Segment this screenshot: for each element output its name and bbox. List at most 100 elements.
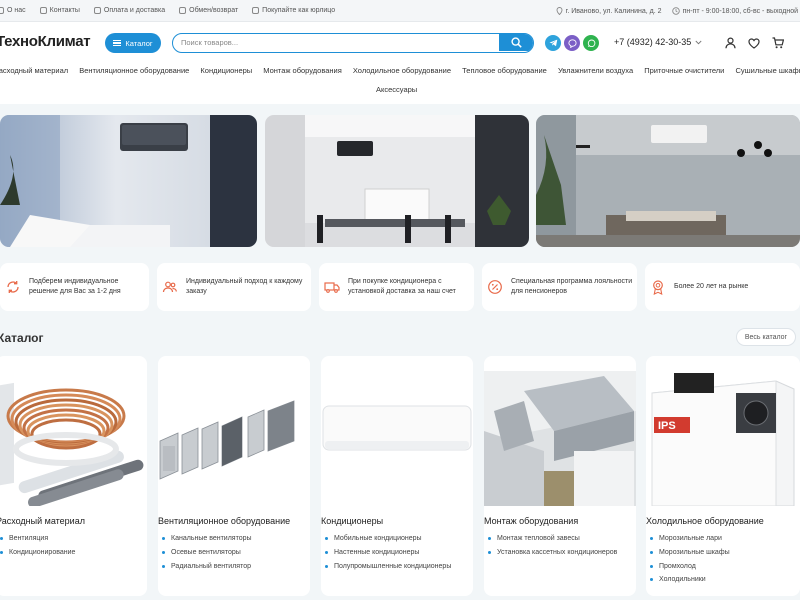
category-image-air-conditioners: [321, 371, 473, 506]
subcategory-item[interactable]: Кондиционирование: [0, 546, 75, 560]
subcategory-item[interactable]: Осевые вентиляторы: [158, 546, 252, 560]
feature-card: Индивидуальный подход к каждому заказу: [157, 263, 311, 311]
topbar-link-payment[interactable]: Оплата и доставка: [93, 7, 165, 14]
phone-number[interactable]: +7 (4932) 42-30-35: [614, 37, 702, 47]
banner-image-1: [0, 115, 257, 247]
topbar-link-legal[interactable]: Покупайте как юрлицо: [252, 7, 335, 14]
percent-icon: [488, 280, 502, 294]
category-image-consumables: [0, 371, 147, 506]
clock-icon: [671, 7, 680, 15]
subcategory-item[interactable]: Настенные кондиционеры: [321, 546, 451, 560]
promo-banner-3[interactable]: [536, 115, 800, 247]
site-logo[interactable]: ТехноКлимат: [0, 33, 91, 50]
refresh-icon: [7, 281, 19, 293]
truck-icon: [324, 282, 340, 293]
subcategory-list: Вентиляция Кондиционирование: [0, 532, 75, 559]
topbar-link-about[interactable]: О нас: [0, 7, 26, 14]
promo-banner-1[interactable]: [0, 115, 257, 247]
viber-button[interactable]: [564, 35, 580, 51]
banner-image-2: [265, 115, 529, 247]
nav-item-refrigeration[interactable]: Холодильное оборудование: [353, 66, 451, 75]
exchange-icon: [179, 7, 187, 14]
category-card[interactable]: Кондиционеры Мобильные кондиционеры Наст…: [321, 356, 473, 596]
category-title[interactable]: Расходный материал: [0, 516, 85, 526]
feature-card: Специальная программа лояльности для пен…: [482, 263, 637, 311]
menu-icon: [113, 40, 122, 46]
card-icon: [93, 7, 101, 14]
people-icon: [162, 281, 177, 293]
account-button[interactable]: [722, 35, 738, 51]
subcategory-item[interactable]: Канальные вентиляторы: [158, 532, 252, 546]
feature-text: Более 20 лет на рынке: [674, 282, 749, 290]
subcategory-item[interactable]: Морозильные лари: [646, 532, 730, 546]
nav-item-heating[interactable]: Тепловое оборудование: [462, 66, 547, 75]
catalog-title: Каталог: [0, 331, 44, 345]
subcategory-item[interactable]: Монтаж тепловой завесы: [484, 532, 617, 546]
search-icon: [510, 37, 522, 48]
nav-item-drying-cabinets[interactable]: Сушильные шкафы: [735, 66, 800, 75]
subcategory-item[interactable]: Мобильные кондиционеры: [321, 532, 451, 546]
category-nav: Расходный материал Вентиляционное оборуд…: [0, 62, 800, 102]
favorites-button[interactable]: [746, 35, 762, 51]
subcategory-list: Канальные вентиляторы Осевые вентиляторы…: [158, 532, 252, 573]
info-icon: [0, 7, 4, 14]
search-button[interactable]: [499, 34, 533, 51]
cart-button[interactable]: [770, 35, 786, 51]
contacts-icon: [39, 7, 47, 14]
subcategory-item[interactable]: Вентиляция: [0, 532, 75, 546]
topbar-link-contacts[interactable]: Контакты: [39, 7, 80, 14]
banner-image-3: [536, 115, 800, 247]
heart-icon: [748, 37, 760, 49]
subcategory-list: Мобильные кондиционеры Настенные кондици…: [321, 532, 451, 573]
chevron-down-icon: [695, 40, 702, 44]
briefcase-icon: [252, 7, 260, 14]
location-pin-icon: [556, 7, 563, 15]
messengers: [545, 35, 602, 51]
category-title[interactable]: Кондиционеры: [321, 516, 383, 526]
category-card[interactable]: Монтаж оборудования Монтаж тепловой заве…: [484, 356, 636, 596]
category-image-refrigeration: IPS: [646, 371, 798, 506]
top-info-bar: О нас Контакты Оплата и доставка Обмен/в…: [0, 0, 800, 22]
nav-item-installation[interactable]: Монтаж оборудования: [263, 66, 342, 75]
category-card[interactable]: IPS Холодильное оборудование Морозильные…: [646, 356, 800, 596]
header: ТехноКлимат Каталог +7 (4932) 42-30-35: [0, 22, 800, 64]
subcategory-item[interactable]: Установка кассетных кондиционеров: [484, 546, 617, 560]
category-image-ventilation: [158, 371, 310, 506]
whatsapp-button[interactable]: [583, 35, 599, 51]
category-title[interactable]: Холодильное оборудование: [646, 516, 764, 526]
subcategory-item[interactable]: Промхолод: [646, 559, 730, 573]
category-title[interactable]: Вентиляционное оборудование: [158, 516, 290, 526]
subcategory-item[interactable]: Полупромышленные кондиционеры: [321, 559, 451, 573]
topbar-link-returns[interactable]: Обмен/возврат: [179, 7, 238, 14]
feature-card: При покупке кондиционера с установкой до…: [319, 263, 474, 311]
subcategory-item[interactable]: Морозильные шкафы: [646, 546, 730, 560]
feature-text: При покупке кондиционера с установкой до…: [348, 277, 456, 295]
medal-icon: [653, 280, 663, 295]
address[interactable]: г. Иваново, ул. Калинина, д. 2: [556, 7, 662, 15]
nav-item-consumables[interactable]: Расходный материал: [0, 66, 68, 75]
subcategory-item[interactable]: Холодильники: [646, 573, 730, 587]
user-icon: [724, 37, 736, 49]
nav-item-ventilation[interactable]: Вентиляционное оборудование: [79, 66, 189, 75]
promo-banner-2[interactable]: [265, 115, 529, 247]
working-hours: пн-пт - 9:00-18:00, сб-вс - выходной: [671, 7, 798, 15]
search-bar: [172, 33, 534, 53]
subcategory-item[interactable]: Радиальный вентилятор: [158, 559, 252, 573]
nav-item-purifiers[interactable]: Приточные очистители: [644, 66, 724, 75]
feature-card: Подберем индивидуальное решение для Вас …: [0, 263, 149, 311]
header-icons: [722, 35, 794, 51]
telegram-button[interactable]: [545, 35, 561, 51]
category-card[interactable]: Вентиляционное оборудование Канальные ве…: [158, 356, 310, 596]
search-input[interactable]: [173, 34, 499, 51]
category-title[interactable]: Монтаж оборудования: [484, 516, 578, 526]
feature-text: Индивидуальный подход к каждому заказу: [186, 277, 303, 295]
nav-item-humidifiers[interactable]: Увлажнители воздуха: [558, 66, 633, 75]
cart-icon: [772, 37, 784, 49]
category-card[interactable]: Расходный материал Вентиляция Кондициони…: [0, 356, 147, 596]
catalog-button[interactable]: Каталог: [105, 33, 161, 53]
nav-item-accessories[interactable]: Аксессуары: [376, 85, 417, 94]
nav-item-air-conditioners[interactable]: Кондиционеры: [200, 66, 252, 75]
all-catalog-button[interactable]: Весь каталог: [736, 328, 796, 346]
viber-icon: [567, 38, 577, 48]
svg-text:IPS: IPS: [658, 420, 676, 432]
